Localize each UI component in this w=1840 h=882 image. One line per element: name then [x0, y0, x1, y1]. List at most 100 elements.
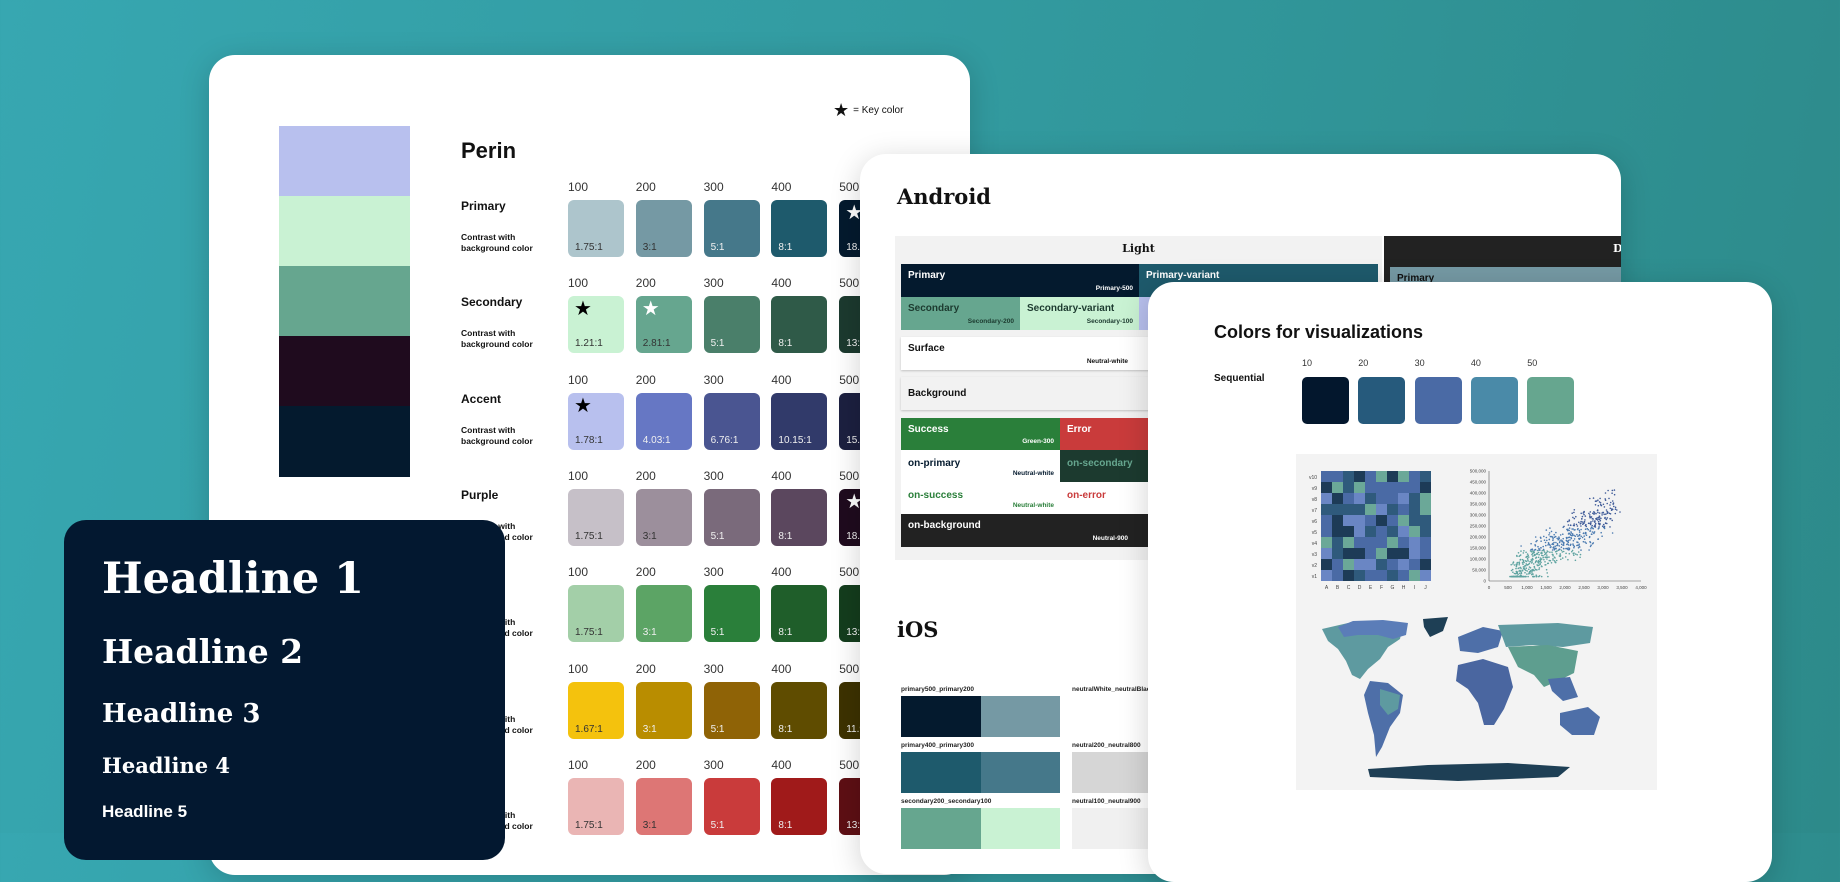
- scatter-point: [1590, 521, 1592, 523]
- scatter-point: [1599, 503, 1602, 506]
- scatter-point: [1515, 565, 1518, 568]
- heatmap-cell: [1343, 482, 1354, 493]
- scatter-point: [1515, 563, 1518, 566]
- key-color-star-icon: ★: [574, 394, 592, 417]
- scatter-point: [1580, 549, 1582, 551]
- heatmap-cell: [1332, 526, 1343, 537]
- scatter-point: [1525, 560, 1528, 563]
- scatter-point: [1567, 548, 1569, 551]
- heatmap-cell: [1376, 559, 1387, 570]
- ios-pair-label: neutralWhite_neutralBlack: [1072, 686, 1154, 693]
- heatmap-cell: [1343, 493, 1354, 504]
- heatmap-cell: [1409, 504, 1420, 515]
- scatter-point: [1535, 557, 1537, 559]
- scatter-point: [1563, 525, 1565, 528]
- scatter-point: [1544, 564, 1546, 566]
- heatmap-cell: [1321, 482, 1332, 493]
- scatter-point: [1558, 541, 1561, 544]
- scatter-point: [1611, 492, 1613, 494]
- heatmap-cell: [1354, 471, 1365, 482]
- step-label: 10: [1302, 358, 1313, 368]
- scatter-point: [1598, 512, 1601, 514]
- color-swatch: 8:1: [771, 296, 828, 354]
- map-russia: [1498, 623, 1593, 647]
- heatmap-cell: [1343, 548, 1354, 559]
- contrast-ratio: 1.21:1: [575, 338, 603, 350]
- scatter-point: [1597, 504, 1600, 507]
- scatter-point: [1597, 538, 1600, 540]
- scatter-point: [1545, 556, 1548, 558]
- scatter-y-tick: 250,000: [1470, 524, 1487, 529]
- scatter-point: [1573, 554, 1575, 556]
- heatmap-cell: [1332, 537, 1343, 548]
- scatter-point: [1562, 544, 1564, 547]
- scatter-point: [1517, 552, 1520, 554]
- contrast-ratio: 1.67:1: [575, 723, 603, 735]
- scatter-point: [1555, 559, 1558, 562]
- heatmap-cell: [1376, 471, 1387, 482]
- scatter-point: [1562, 550, 1565, 553]
- row-label: on-background: [908, 520, 981, 531]
- contrast-ratio: 10.15:1: [778, 434, 812, 446]
- shade-label: 200: [635, 180, 656, 194]
- scatter-point: [1607, 511, 1609, 514]
- scatter-point: [1573, 545, 1576, 548]
- scatter-point: [1537, 545, 1539, 548]
- palette-title: Perin: [461, 138, 517, 163]
- scatter-point: [1545, 568, 1548, 571]
- scatter-y-tick: 500,000: [1470, 469, 1487, 474]
- row-label: Surface: [908, 343, 945, 354]
- scatter-point: [1577, 544, 1579, 546]
- scatter-point: [1535, 575, 1538, 578]
- scatter-point: [1544, 556, 1546, 559]
- scatter-point: [1606, 502, 1608, 505]
- scatter-point: [1612, 503, 1614, 505]
- scatter-point: [1522, 552, 1525, 554]
- contrast-ratio: 1.75:1: [575, 530, 603, 542]
- light-theme-title: Light: [1122, 242, 1155, 255]
- scatter-point: [1555, 541, 1557, 544]
- scatter-point: [1529, 560, 1532, 563]
- scatter-point: [1554, 557, 1556, 559]
- heatmap-cell: [1321, 570, 1332, 581]
- heatmap-x-label: D: [1358, 585, 1362, 591]
- heatmap-x-label: A: [1325, 585, 1329, 591]
- color-swatch: ★ 1.78:1: [568, 392, 624, 450]
- scatter-point: [1604, 498, 1606, 500]
- heatmap-cell: [1420, 537, 1431, 548]
- scatter-point: [1560, 539, 1562, 541]
- contrast-ratio: 1.75:1: [575, 627, 603, 639]
- heatmap-cell: [1321, 493, 1332, 504]
- heatmap-cell: [1332, 482, 1343, 493]
- heatmap-cell: [1365, 548, 1376, 559]
- heatmap-cell: [1321, 559, 1332, 570]
- scatter-point: [1589, 540, 1591, 543]
- scatter-point: [1547, 542, 1550, 544]
- shade-label: 300: [703, 276, 724, 291]
- scatter-point: [1559, 553, 1561, 555]
- contrast-label: Contrast with background color: [461, 232, 533, 253]
- visualization-colors-card: Colors for visualizations Sequential 10 2…: [1148, 282, 1772, 882]
- scatter-point: [1591, 531, 1594, 533]
- scatter-point: [1551, 549, 1554, 551]
- scatter-point: [1533, 567, 1536, 569]
- scatter-point: [1573, 529, 1576, 531]
- dark-theme-title: Dark: [1613, 242, 1621, 255]
- scatter-point: [1562, 542, 1565, 545]
- scatter-point: [1563, 547, 1565, 550]
- scatter-point: [1540, 547, 1542, 549]
- scatter-point: [1589, 530, 1591, 532]
- scatter-point: [1546, 558, 1548, 560]
- shade-label: 100: [568, 372, 589, 387]
- key-color-legend: ★ = Key color: [833, 100, 903, 121]
- step-label: 40: [1470, 358, 1481, 368]
- on-success-row: on-success Neutral-white: [901, 482, 1060, 514]
- heatmap-chart: v10 v9 v8 v7 v6 v5 v4 v3 v2 v1 A B C D E F G H I J: [1309, 471, 1431, 591]
- scatter-point: [1608, 512, 1611, 515]
- scatter-point: [1545, 551, 1548, 554]
- color-swatch: 1.75:1: [568, 200, 624, 257]
- scatter-point: [1573, 523, 1575, 525]
- scatter-point: [1548, 538, 1551, 541]
- scatter-point: [1548, 532, 1551, 534]
- scatter-point: [1536, 564, 1538, 566]
